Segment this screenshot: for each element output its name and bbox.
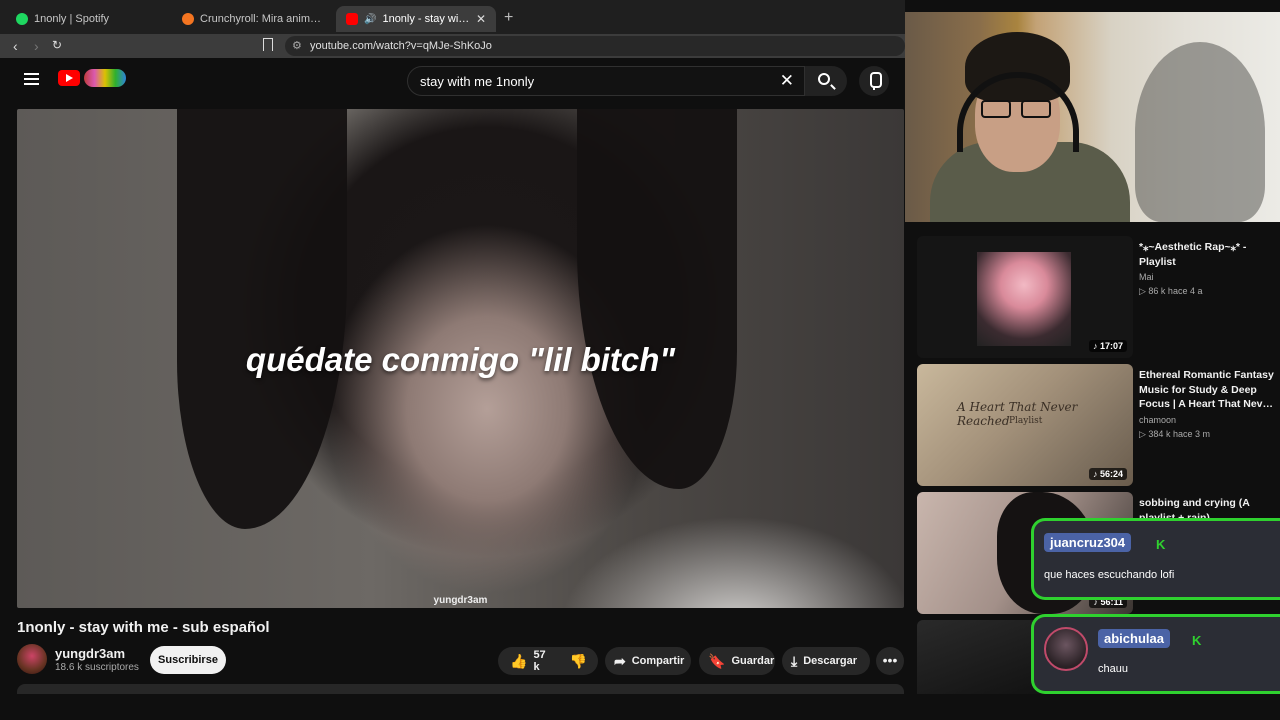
download-label: Descargar	[803, 655, 858, 667]
youtube-doodle[interactable]	[84, 69, 126, 87]
youtube-logo[interactable]	[58, 70, 80, 86]
recommendation-info: *⁎~Aesthetic Rap~⁎* - Playlist Mai ▷ 86 …	[1139, 240, 1279, 297]
share-button[interactable]: ➦ Compartir	[605, 647, 691, 675]
chat-username: abichulaa	[1098, 629, 1170, 648]
recommendation-info: Ethereal Romantic Fantasy Music for Stud…	[1139, 368, 1279, 440]
more-actions-button[interactable]: •••	[876, 647, 904, 675]
video-watermark: yungdr3am	[433, 595, 488, 606]
webcam-detail	[1135, 42, 1265, 222]
chat-avatar	[1044, 627, 1088, 671]
spotify-icon	[16, 13, 28, 25]
recommendation-meta: ▷ 384 k hace 3 m	[1139, 428, 1210, 439]
menu-icon[interactable]	[24, 73, 39, 85]
webcam-feed	[905, 12, 1280, 222]
share-label: Compartir	[631, 655, 685, 667]
tab-spotify[interactable]: 1nonly | Spotify	[6, 6, 171, 32]
chat-username: juancruz304	[1044, 533, 1132, 552]
save-button[interactable]: 🔖 Guardar	[699, 647, 775, 675]
browser-tab-bar: 1nonly | Spotify Crunchyroll: Mira anime…	[0, 0, 905, 34]
search-box[interactable]: stay with me 1nonly ✕	[407, 66, 805, 96]
crunchyroll-icon	[182, 13, 194, 25]
description-box[interactable]	[17, 684, 904, 694]
address-bar: ‹ › ↻ ⚙ youtube.com/watch?v=qMJe-ShKoJo	[0, 34, 905, 58]
clear-search-icon[interactable]: ✕	[780, 71, 794, 91]
channel-name[interactable]: yungdr3am	[55, 646, 125, 661]
share-icon: ➦	[614, 652, 626, 669]
recommendation-title[interactable]: Ethereal Romantic Fantasy Music for Stud…	[1139, 368, 1279, 412]
bookmark-icon[interactable]	[263, 38, 273, 51]
youtube-icon	[346, 13, 358, 25]
kick-badge-icon: K	[1156, 537, 1166, 552]
chat-message: abichulaa K chauu	[1031, 614, 1280, 694]
recommendation-item[interactable]: A Heart That Never Reached Playlist ♪ 56…	[917, 364, 1280, 486]
search-input[interactable]: stay with me 1nonly	[420, 74, 534, 89]
video-frame-detail	[577, 109, 737, 489]
search-button[interactable]	[805, 66, 847, 96]
video-frame-detail	[177, 109, 347, 529]
duration-badge: ♪ 56:24	[1088, 468, 1127, 480]
tab-youtube[interactable]: 🔊 1nonly - stay with me - sub e ✕	[336, 6, 496, 32]
thumbs-down-icon: 👎	[569, 652, 588, 669]
new-tab-button[interactable]: +	[504, 9, 513, 27]
kick-badge-icon: K	[1192, 633, 1202, 648]
recommendation-title[interactable]: *⁎~Aesthetic Rap~⁎* - Playlist	[1139, 240, 1279, 269]
reload-icon[interactable]: ↻	[52, 38, 62, 52]
back-icon[interactable]: ‹	[13, 38, 18, 54]
chat-message: juancruz304 K que haces escuchando lofi	[1031, 518, 1280, 600]
thumbs-up-icon: 👍	[510, 652, 528, 669]
chat-text: chauu	[1098, 663, 1128, 675]
tab-crunchyroll[interactable]: Crunchyroll: Mira animes populares,	[172, 6, 332, 32]
like-button[interactable]: 👍 57 k	[498, 647, 558, 675]
video-thumbnail[interactable]: A Heart That Never Reached Playlist ♪ 56…	[917, 364, 1133, 486]
video-player[interactable]: quédate conmigo "lil bitch" yungdr3am	[17, 109, 904, 608]
recommendation-channel[interactable]: Mai	[1139, 272, 1279, 282]
download-icon: ⤓	[791, 652, 798, 669]
thumbnail-art	[977, 252, 1071, 346]
duration-badge: ♪ 17:07	[1088, 340, 1127, 352]
bookmark-save-icon: 🔖	[708, 652, 726, 669]
search-icon	[818, 73, 830, 85]
voice-search-icon[interactable]	[859, 66, 889, 96]
subscriber-count: 18.6 k suscriptores	[55, 662, 139, 673]
video-thumbnail[interactable]: ♪ 17:07	[917, 236, 1133, 358]
like-dislike-group: 👍 57 k 👎	[498, 647, 598, 675]
recommendation-channel[interactable]: chamoon	[1139, 415, 1279, 425]
screen: 1nonly | Spotify Crunchyroll: Mira anime…	[0, 0, 1280, 720]
tab-label: Crunchyroll: Mira animes populares,	[200, 13, 322, 25]
speaker-icon: 🔊	[364, 13, 377, 25]
glasses	[981, 100, 1055, 120]
site-info-icon[interactable]: ⚙	[292, 36, 302, 56]
save-label: Guardar	[731, 655, 775, 667]
video-title: 1nonly - stay with me - sub español	[17, 619, 270, 636]
url-field[interactable]: ⚙ youtube.com/watch?v=qMJe-ShKoJo	[285, 36, 905, 56]
recommendation-meta: ▷ 86 k hace 4 a	[1139, 286, 1203, 296]
subscribe-button[interactable]: Suscribirse	[150, 646, 226, 674]
forward-icon[interactable]: ›	[34, 38, 39, 54]
thumbnail-caption: A Heart That Never Reached	[957, 400, 1078, 428]
tab-label: 1nonly | Spotify	[34, 13, 110, 25]
dislike-button[interactable]: 👎	[558, 647, 599, 675]
close-tab-icon[interactable]: ✕	[476, 12, 486, 26]
url-text: youtube.com/watch?v=qMJe-ShKoJo	[310, 40, 492, 52]
youtube-masthead: stay with me 1nonly ✕	[0, 58, 905, 104]
download-button[interactable]: ⤓ Descargar	[782, 647, 870, 675]
channel-avatar[interactable]	[17, 644, 47, 674]
video-subtitle: quédate conmigo "lil bitch"	[245, 341, 676, 378]
recommendation-item[interactable]: ♪ 17:07 *⁎~Aesthetic Rap~⁎* - Playlist M…	[917, 236, 1280, 358]
chat-text: que haces escuchando lofi	[1044, 569, 1175, 581]
tab-label: 1nonly - stay with me - sub e	[382, 13, 469, 25]
like-count: 57 k	[533, 649, 546, 673]
thumbnail-caption: Playlist	[1009, 416, 1043, 426]
